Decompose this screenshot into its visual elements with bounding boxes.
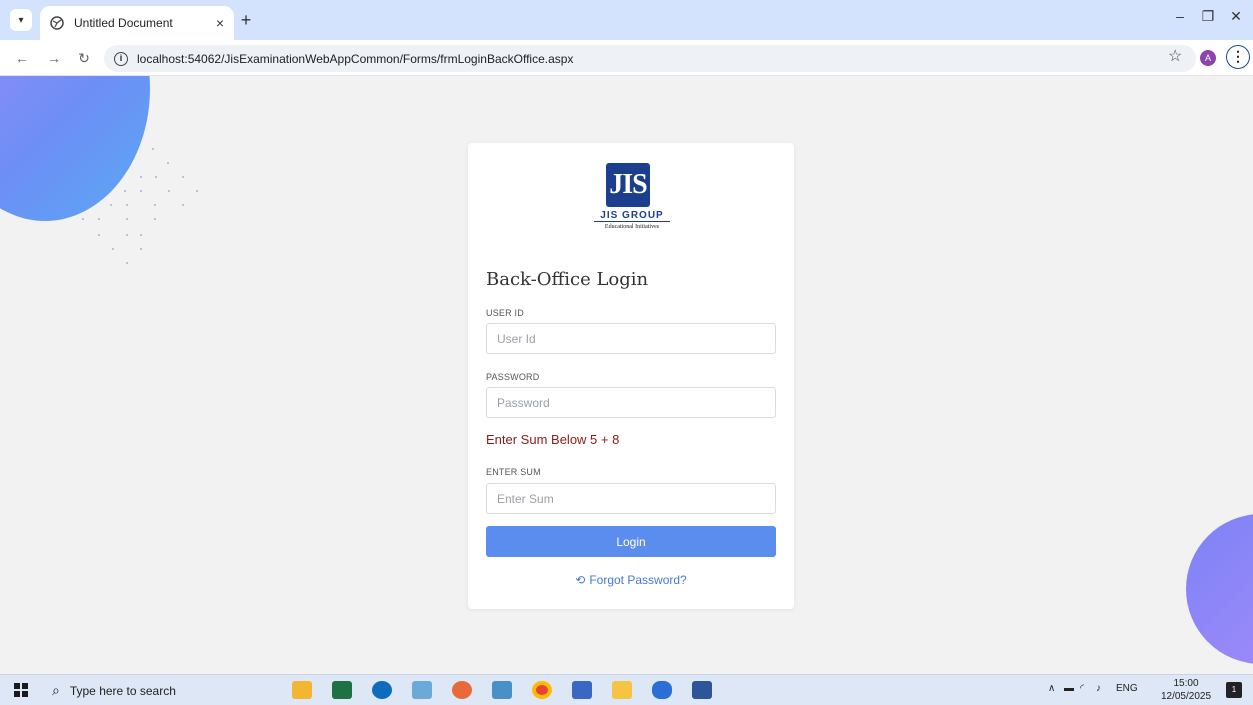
word-icon[interactable]: [692, 681, 712, 699]
page-title: Back-Office Login: [486, 269, 649, 290]
logo-tagline: Educational Initiatives: [604, 224, 660, 230]
forgot-password-text: Forgot Password?: [589, 573, 687, 587]
snipping-tool-icon[interactable]: [412, 681, 432, 699]
restore-icon[interactable]: ❐: [1196, 8, 1220, 25]
user-id-label: USER ID: [486, 308, 524, 318]
decorative-circle-bottom: [1186, 514, 1253, 664]
logo-group-name: JIS GROUP: [594, 210, 670, 222]
taskbar-search-box[interactable]: ⌕ Type here to search: [42, 677, 270, 704]
new-tab-button[interactable]: +: [236, 10, 256, 30]
bookmark-star-icon[interactable]: ☆: [1168, 46, 1182, 66]
volume-icon[interactable]: ♪: [1096, 683, 1101, 694]
chevron-up-icon[interactable]: ∧: [1048, 683, 1055, 694]
browser-tab[interactable]: Untitled Document ×: [40, 6, 234, 40]
tab-close-icon[interactable]: ×: [216, 15, 224, 31]
captcha-question: Enter Sum Below 5 + 8: [486, 432, 620, 447]
notification-icon[interactable]: 1: [1226, 682, 1242, 698]
back-icon[interactable]: ←: [12, 48, 32, 68]
system-clock[interactable]: 15:00 12/05/2025: [1156, 677, 1216, 703]
taskbar-search-placeholder: Type here to search: [69, 683, 176, 698]
paint-icon[interactable]: [452, 681, 472, 699]
chrome-icon[interactable]: [532, 681, 552, 699]
password-label: PASSWORD: [486, 372, 540, 382]
minimize-icon[interactable]: –: [1168, 8, 1192, 24]
browser-menu-icon[interactable]: ⋮: [1226, 45, 1250, 69]
app-icon-infinity[interactable]: [652, 681, 672, 699]
login-card: JIS JIS GROUP Educational Initiatives Ba…: [468, 143, 794, 609]
jis-group-logo: JIS JIS GROUP Educational Initiatives: [594, 163, 670, 235]
outlook-icon[interactable]: [372, 681, 392, 699]
app-icon-blue[interactable]: [572, 681, 592, 699]
globe-icon: [50, 16, 64, 30]
app-icon-yellow[interactable]: [612, 681, 632, 699]
refresh-icon: ⟲: [575, 573, 586, 587]
close-window-icon[interactable]: ✕: [1224, 8, 1248, 25]
wifi-icon[interactable]: ◜: [1080, 683, 1084, 694]
reload-icon[interactable]: ↻: [74, 48, 94, 68]
excel-icon[interactable]: [332, 681, 352, 699]
forgot-password-link[interactable]: ⟲ Forgot Password?: [468, 573, 794, 587]
file-explorer-icon[interactable]: [292, 681, 312, 699]
profile-avatar[interactable]: A: [1200, 50, 1216, 66]
tab-search-chevron-icon[interactable]: ▾: [10, 9, 32, 31]
site-info-icon[interactable]: i: [114, 51, 128, 66]
language-indicator[interactable]: ENG: [1116, 683, 1138, 694]
login-button[interactable]: Login: [486, 526, 776, 557]
battery-icon[interactable]: ▬: [1064, 683, 1074, 694]
decorative-circle-top: [0, 76, 150, 221]
enter-sum-label: ENTER SUM: [486, 467, 541, 477]
user-id-input[interactable]: [486, 323, 776, 354]
address-bar[interactable]: i localhost:54062/JisExaminationWebAppCo…: [104, 45, 1196, 72]
windows-taskbar: ⌕ Type here to search ∧ ▬ ◜ ♪ ENG 15:00 …: [0, 674, 1253, 705]
page-viewport: JIS JIS GROUP Educational Initiatives Ba…: [0, 76, 1253, 674]
search-icon: ⌕: [52, 682, 60, 698]
browser-toolbar: ← → ↻ i localhost:54062/JisExaminationWe…: [0, 40, 1253, 76]
clock-time: 15:00: [1173, 678, 1199, 689]
enter-sum-input[interactable]: [486, 483, 776, 514]
tab-title: Untitled Document: [74, 16, 173, 30]
browser-tab-bar: ▾ Untitled Document × + – ❐ ✕: [0, 0, 1253, 40]
forward-icon[interactable]: →: [44, 48, 64, 68]
notepad-icon[interactable]: [492, 681, 512, 699]
url-text: localhost:54062/JisExaminationWebAppComm…: [137, 51, 574, 66]
windows-start-icon[interactable]: [14, 683, 28, 697]
logo-mark: JIS: [606, 163, 650, 207]
password-input[interactable]: [486, 387, 776, 418]
clock-date: 12/05/2025: [1160, 691, 1212, 702]
